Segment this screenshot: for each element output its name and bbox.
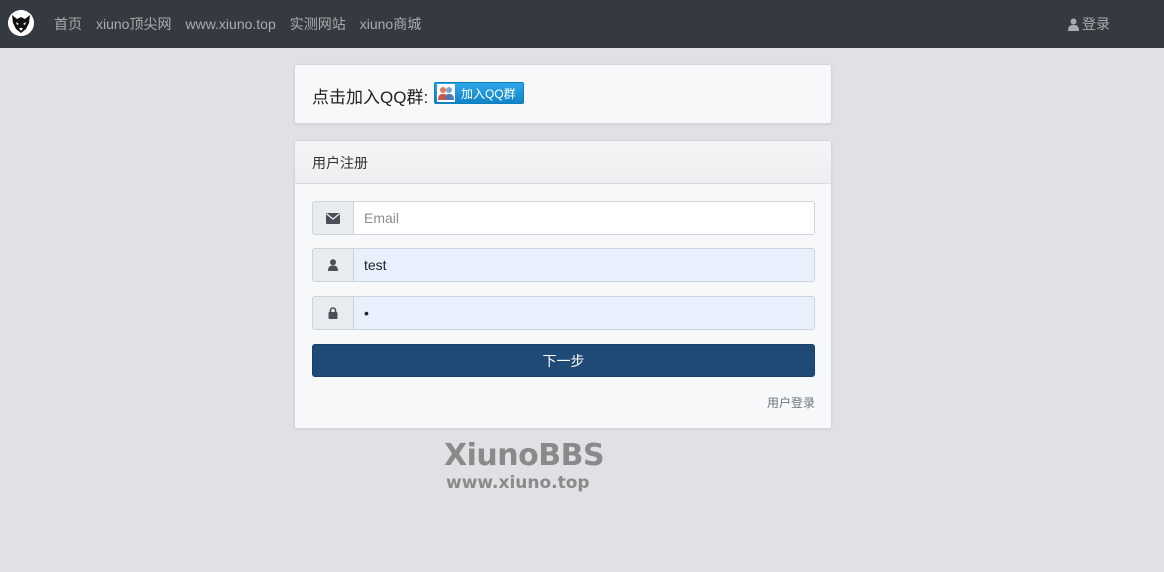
qq-group-card: 点击加入QQ群: 加入QQ群 [294, 64, 832, 124]
email-input-group [312, 201, 815, 235]
user-icon [1068, 18, 1079, 31]
xiunobbs-watermark-url: www.xiuno.top [446, 473, 590, 493]
username-field[interactable] [353, 248, 815, 282]
qq-group-icon [437, 84, 455, 102]
nav-link-www-xiuno-top[interactable]: www.xiuno.top [185, 16, 275, 32]
register-card-header: 用户注册 [295, 141, 831, 184]
user-icon [312, 248, 353, 282]
username-input-group [312, 248, 815, 282]
lock-icon [312, 296, 353, 330]
password-field[interactable] [353, 296, 815, 330]
nav-link-test-site[interactable]: 实测网站 [290, 14, 346, 34]
next-step-button[interactable]: 下一步 [312, 344, 815, 377]
password-input-group [312, 296, 815, 330]
register-title: 用户注册 [312, 155, 368, 171]
nav-login-label: 登录 [1082, 16, 1110, 32]
join-qq-group-label: 加入QQ群 [461, 86, 516, 101]
nav-link-xiuno-top-site[interactable]: xiuno顶尖网 [96, 14, 171, 34]
wolf-logo-icon[interactable] [8, 10, 34, 36]
join-qq-group-button[interactable]: 加入QQ群 [434, 82, 524, 104]
top-navbar: 首页 xiuno顶尖网 www.xiuno.top 实测网站 xiuno商城 登… [0, 0, 1164, 48]
nav-link-xiuno-shop[interactable]: xiuno商城 [360, 14, 421, 34]
nav-login-link[interactable]: 登录 [1068, 0, 1110, 48]
xiunobbs-watermark-title: XiunoBBS [444, 438, 605, 473]
envelope-icon [312, 201, 353, 235]
nav-link-home[interactable]: 首页 [54, 14, 82, 34]
email-field[interactable] [353, 201, 815, 235]
register-card: 用户注册 下一步 用户登录 [294, 140, 832, 429]
qq-group-prompt: 点击加入QQ群: [312, 88, 429, 107]
nav-links: 首页 xiuno顶尖网 www.xiuno.top 实测网站 xiuno商城 [54, 0, 435, 48]
user-login-link[interactable]: 用户登录 [767, 394, 815, 411]
